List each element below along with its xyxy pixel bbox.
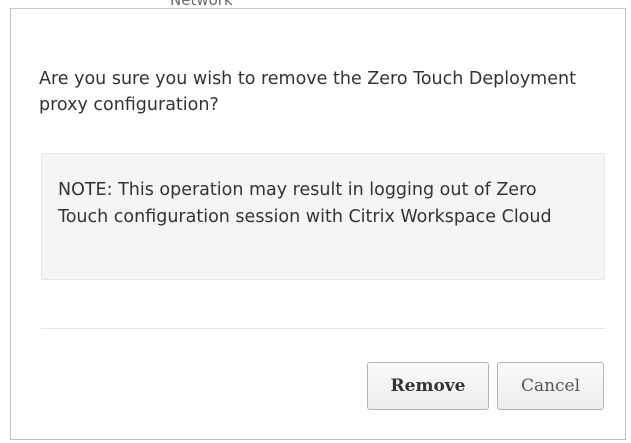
dialog-question: Are you sure you wish to remove the Zero… [39,69,576,115]
remove-button[interactable]: Remove [367,362,489,410]
confirm-remove-dialog: Are you sure you wish to remove the Zero… [10,8,626,440]
dialog-divider [41,328,605,329]
note-box: NOTE: This operation may result in loggi… [41,153,605,280]
note-text: NOTE: This operation may result in loggi… [58,180,552,227]
cancel-button[interactable]: Cancel [497,362,604,410]
